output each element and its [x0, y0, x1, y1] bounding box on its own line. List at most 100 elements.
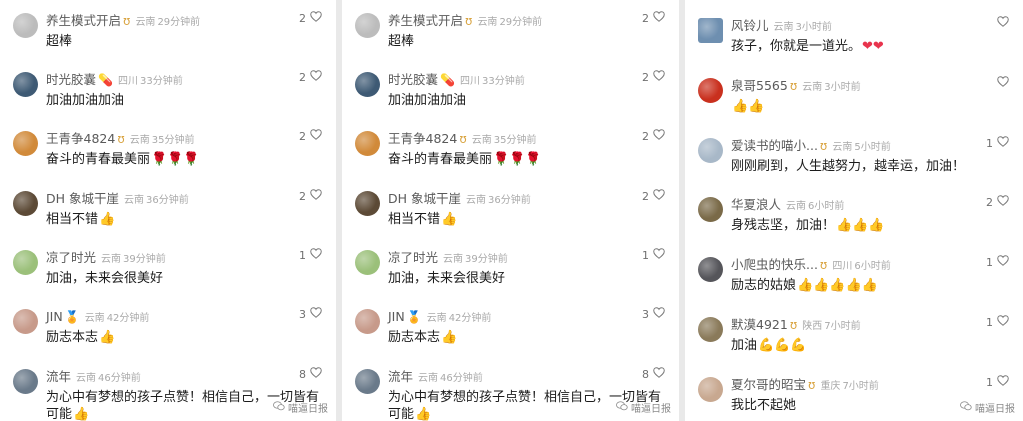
timestamp: 42分钟前	[106, 313, 150, 324]
avatar[interactable]	[13, 72, 38, 97]
avatar[interactable]	[13, 131, 38, 156]
avatar[interactable]	[13, 309, 38, 334]
heart-icon[interactable]	[310, 367, 322, 381]
username[interactable]: DH 象城干崖	[388, 191, 461, 206]
like-button[interactable]: 8	[299, 367, 322, 381]
heart-icon[interactable]	[310, 129, 322, 143]
heart-icon[interactable]	[997, 136, 1009, 150]
heart-icon[interactable]	[310, 70, 322, 84]
pill-badge-icon: 💊	[440, 73, 455, 87]
username[interactable]: 王青争4824	[46, 131, 115, 146]
heart-icon[interactable]	[310, 11, 322, 25]
comment-item: JIN 🏅 云南 42分钟前 励志本志👍 3	[0, 296, 336, 354]
avatar[interactable]	[698, 78, 723, 103]
username[interactable]: 时光胶囊	[388, 72, 438, 87]
heart-icon[interactable]	[653, 11, 665, 25]
avatar[interactable]	[13, 250, 38, 275]
like-button[interactable]: 1	[986, 315, 1009, 329]
heart-icon[interactable]	[653, 248, 665, 262]
like-button[interactable]: 2	[299, 11, 322, 25]
like-button[interactable]	[993, 16, 1009, 30]
avatar[interactable]	[698, 138, 723, 163]
avatar[interactable]	[355, 309, 380, 334]
username[interactable]: 小爬虫的快乐...	[731, 257, 818, 272]
heart-icon[interactable]	[310, 189, 322, 203]
like-button[interactable]	[993, 76, 1009, 90]
heart-icon[interactable]	[997, 16, 1009, 30]
avatar[interactable]	[13, 191, 38, 216]
heart-icon[interactable]	[997, 255, 1009, 269]
like-button[interactable]: 3	[642, 307, 665, 321]
like-button[interactable]: 2	[299, 129, 322, 143]
username[interactable]: 时光胶囊	[46, 72, 96, 87]
like-button[interactable]: 1	[986, 136, 1009, 150]
heart-icon[interactable]	[653, 189, 665, 203]
heart-icon[interactable]	[653, 307, 665, 321]
comment-item: JIN 🏅 云南 42分钟前 励志本志👍 3	[342, 296, 679, 354]
avatar[interactable]	[13, 13, 38, 38]
heart-icon[interactable]	[310, 307, 322, 321]
like-button[interactable]: 1	[986, 255, 1009, 269]
like-button[interactable]: 2	[642, 11, 665, 25]
heart-icon[interactable]	[310, 248, 322, 262]
like-button[interactable]: 2	[299, 70, 322, 84]
timestamp: 3小时前	[795, 22, 832, 33]
avatar[interactable]	[698, 317, 723, 342]
username[interactable]: 默漠4921	[731, 317, 788, 332]
username[interactable]: 风铃儿	[731, 18, 769, 33]
heart-icon[interactable]	[653, 367, 665, 381]
avatar[interactable]	[355, 191, 380, 216]
comment-body: 相当不错	[46, 212, 99, 227]
username[interactable]: 凉了时光	[388, 250, 438, 265]
username[interactable]: 凉了时光	[46, 250, 96, 265]
username[interactable]: 爱读书的喵小...	[731, 138, 818, 153]
username[interactable]: 养生模式开启	[46, 13, 121, 28]
avatar[interactable]	[355, 72, 380, 97]
avatar[interactable]	[698, 197, 723, 222]
like-button[interactable]: 3	[299, 307, 322, 321]
heart-icon[interactable]	[997, 195, 1009, 209]
comment-text: 孩子，你就是一道光。❤❤	[731, 38, 1009, 55]
like-button[interactable]: 1	[642, 248, 665, 262]
username[interactable]: 夏尔哥的昭宝	[731, 377, 806, 392]
timestamp: 36分钟前	[488, 195, 531, 206]
avatar[interactable]	[13, 369, 38, 394]
location: 四川	[459, 76, 480, 87]
like-button[interactable]: 1	[299, 248, 322, 262]
username[interactable]: JIN	[46, 309, 63, 324]
username[interactable]: DH 象城干崖	[46, 191, 119, 206]
location: 陕西	[802, 321, 823, 332]
avatar[interactable]	[698, 377, 723, 402]
like-button[interactable]: 2	[642, 189, 665, 203]
heart-icon[interactable]	[997, 315, 1009, 329]
heart-icon[interactable]	[997, 375, 1009, 389]
heart-icon[interactable]	[653, 70, 665, 84]
username[interactable]: 流年	[388, 369, 413, 384]
heart-icon[interactable]	[997, 76, 1009, 90]
username[interactable]: 泉哥5565	[731, 78, 788, 93]
avatar[interactable]	[355, 250, 380, 275]
like-button[interactable]: 2	[642, 129, 665, 143]
like-button[interactable]: 2	[642, 70, 665, 84]
username[interactable]: 华夏浪人	[731, 197, 781, 212]
avatar[interactable]	[698, 18, 723, 43]
username[interactable]: 流年	[46, 369, 71, 384]
watermark-text: 喵逼日报	[631, 404, 671, 415]
comment-panel-3: 风铃儿 云南 3小时前 孩子，你就是一道光。❤❤ 泉哥5565 ʊ 云南 3小时前 👍👍 爱读书的…	[685, 0, 1023, 421]
avatar[interactable]	[355, 131, 380, 156]
username[interactable]: 王青争4824	[388, 131, 457, 146]
like-button[interactable]: 2	[986, 195, 1009, 209]
wechat-icon	[616, 401, 628, 414]
avatar[interactable]	[355, 369, 380, 394]
fan-badge-icon: ʊ	[819, 139, 828, 153]
comment-item: 王青争4824 ʊ 云南 35分钟前 奋斗的青春最美丽🌹🌹🌹 2	[342, 118, 679, 176]
avatar[interactable]	[355, 13, 380, 38]
username[interactable]: 养生模式开启	[388, 13, 463, 28]
like-button[interactable]: 2	[299, 189, 322, 203]
like-button[interactable]: 8	[642, 367, 665, 381]
heart-icon[interactable]	[653, 129, 665, 143]
like-button[interactable]: 1	[986, 375, 1009, 389]
location: 云南	[786, 201, 807, 212]
username[interactable]: JIN	[388, 309, 405, 324]
avatar[interactable]	[698, 257, 723, 282]
